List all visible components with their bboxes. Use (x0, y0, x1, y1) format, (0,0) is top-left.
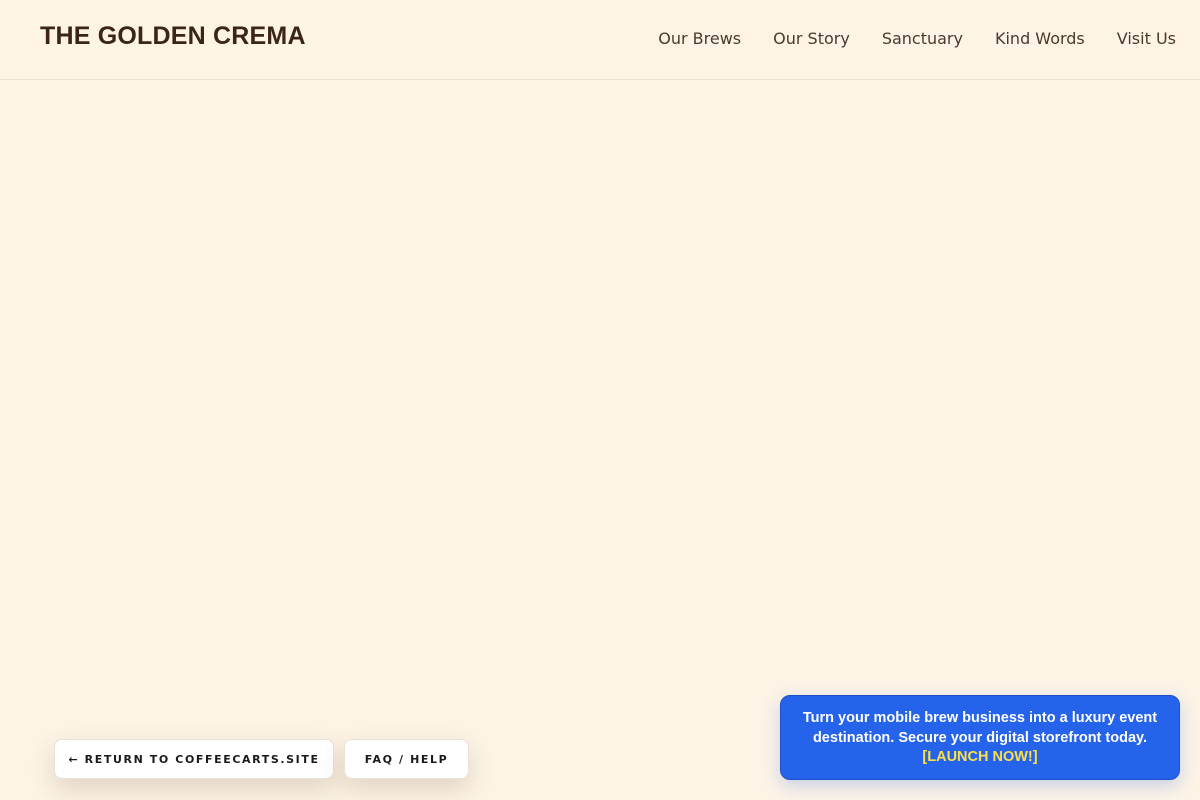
promo-banner[interactable]: Turn your mobile brew business into a lu… (780, 695, 1180, 780)
launch-now-link[interactable]: [LAUNCH NOW!] (922, 749, 1037, 765)
site-header: THE GOLDEN CREMA Our Brews Our Story San… (0, 0, 1200, 80)
nav-link-sanctuary[interactable]: Sanctuary (882, 29, 963, 48)
main-content (0, 80, 1200, 800)
nav-link-our-story[interactable]: Our Story (773, 29, 850, 48)
floating-button-group: ← RETURN TO COFFEECARTS.SITE FAQ / HELP (54, 739, 469, 779)
site-logo[interactable]: THE GOLDEN CREMA (40, 22, 306, 51)
promo-text: Turn your mobile brew business into a lu… (802, 710, 1158, 746)
return-to-site-button[interactable]: ← RETURN TO COFFEECARTS.SITE (54, 739, 334, 779)
nav-link-visit-us[interactable]: Visit Us (1117, 29, 1176, 48)
nav-link-our-brews[interactable]: Our Brews (658, 29, 741, 48)
main-nav: Our Brews Our Story Sanctuary Kind Words… (658, 29, 1176, 48)
faq-help-button[interactable]: FAQ / HELP (344, 739, 469, 779)
nav-link-kind-words[interactable]: Kind Words (995, 29, 1085, 48)
